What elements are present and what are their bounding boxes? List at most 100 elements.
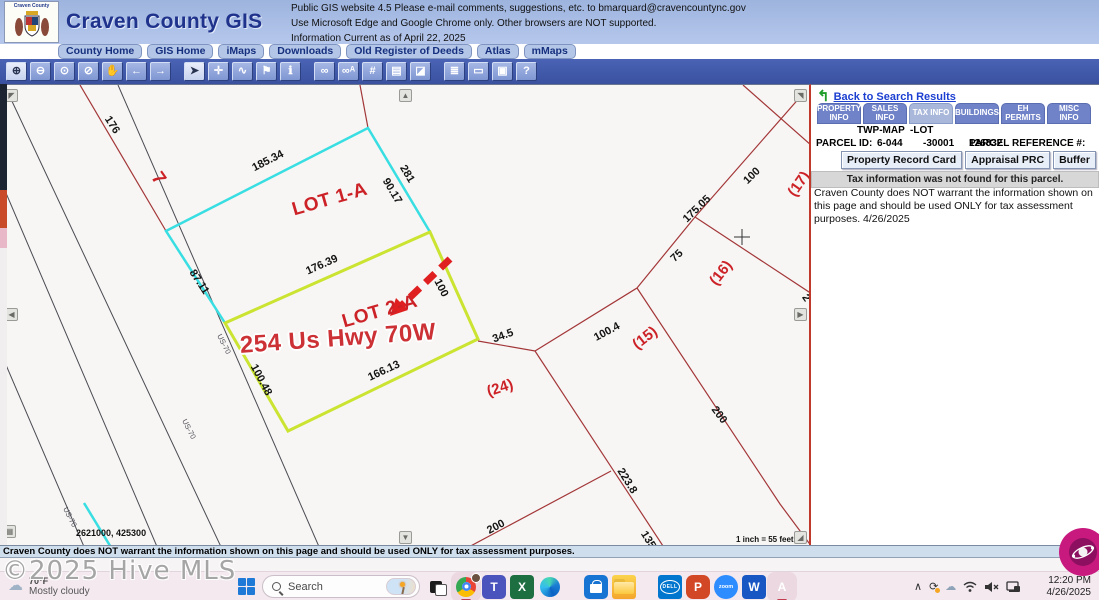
volume-muted-icon[interactable] bbox=[984, 581, 999, 593]
help-icon: ? bbox=[523, 66, 530, 77]
previous-extent-button[interactable]: ← bbox=[126, 62, 147, 81]
pointer-select-icon: ➤ bbox=[190, 66, 199, 77]
appraisal-prc-button[interactable]: Appraisal PRC bbox=[965, 151, 1050, 169]
taskbar-acrobat-icon[interactable]: A bbox=[770, 575, 794, 599]
taskbar-task-view-icon[interactable] bbox=[426, 575, 450, 599]
nav-tab-old-register-of-deeds[interactable]: Old Register of Deeds bbox=[346, 44, 472, 59]
resize-southeast-button[interactable]: ◢ bbox=[794, 531, 807, 544]
twp-map-label: TWP-MAP bbox=[857, 125, 905, 136]
zoom-out-button[interactable]: ⊖ bbox=[30, 62, 51, 81]
county-seal-logo: Craven County bbox=[4, 1, 59, 43]
clock-date: 4/26/2025 bbox=[1047, 587, 1092, 599]
system-tray: ∧ ⟳ ☁ bbox=[914, 572, 1021, 600]
data-table-icon: ▤ bbox=[391, 66, 401, 77]
nav-tab-atlas[interactable]: Atlas bbox=[477, 44, 519, 59]
search-daily-image[interactable] bbox=[386, 578, 416, 595]
panel-tab-tax-info[interactable]: TAX INFO bbox=[909, 103, 953, 124]
data-table-button[interactable]: ▤ bbox=[386, 62, 407, 81]
pan-north-button[interactable]: ▲ bbox=[399, 89, 412, 102]
pan-south-button[interactable]: ▼ bbox=[399, 531, 412, 544]
parcel-record: TWP-MAP -LOT PARCEL ID: 6-044 -30001 PAR… bbox=[811, 125, 1099, 152]
chrome-notification-badge bbox=[471, 573, 481, 583]
cloud-icon: ☁ bbox=[8, 574, 23, 598]
panel-tab-misc-info[interactable]: MISC INFO bbox=[1047, 103, 1091, 124]
panel-tab-buildings[interactable]: BUILDINGS bbox=[955, 103, 999, 124]
taskbar-teams-icon[interactable]: T bbox=[482, 575, 506, 599]
help-button[interactable]: ? bbox=[516, 62, 537, 81]
lot-value: -30001 bbox=[923, 138, 954, 149]
select-polygon-button[interactable]: ⚑ bbox=[256, 62, 277, 81]
property-record-card-button[interactable]: Property Record Card bbox=[841, 151, 962, 169]
identify-info-button[interactable]: ℹ bbox=[280, 62, 301, 81]
panel-tab-property-info[interactable]: PROPERTY INFO bbox=[817, 103, 861, 124]
eraser-button[interactable]: ◪ bbox=[410, 62, 431, 81]
taskbar-powerpoint-icon[interactable]: P bbox=[686, 575, 710, 599]
twp-map-value: 6-044 bbox=[877, 138, 903, 149]
zoom-full-extent-button[interactable]: ⊘ bbox=[78, 62, 99, 81]
taskbar-apps: TX DELL Pzoom WA bbox=[426, 574, 794, 599]
search-binoculars-button[interactable]: ∞ bbox=[314, 62, 335, 81]
parcel-info-panel: ↰ Back to Search Results PROPERTY INFOSA… bbox=[811, 84, 1099, 545]
taskbar-excel-icon[interactable]: X bbox=[510, 575, 534, 599]
nav-tab-imaps[interactable]: iMaps bbox=[218, 44, 264, 59]
taskbar-store-icon[interactable] bbox=[584, 575, 608, 599]
next-extent-button[interactable]: → bbox=[150, 62, 171, 81]
grid-layers-button[interactable]: # bbox=[362, 62, 383, 81]
assistant-widget[interactable] bbox=[1059, 528, 1099, 576]
parcel-reference-value: 126832 bbox=[969, 138, 1002, 149]
dell-icon-letter: DELL bbox=[660, 580, 680, 594]
map-viewport[interactable]: 176185.3428190.1787.11176.39100166.13100… bbox=[0, 84, 811, 545]
taskbar-file-explorer-icon[interactable] bbox=[612, 575, 636, 599]
panel-tab-sales-info[interactable]: SALES INFO bbox=[863, 103, 907, 124]
select-polygon-icon: ⚑ bbox=[262, 66, 272, 77]
powerpoint-icon-letter: P bbox=[694, 580, 702, 594]
excel-icon-letter: X bbox=[518, 580, 526, 594]
taskbar-chrome-icon[interactable] bbox=[454, 575, 478, 599]
taskbar-zoom-icon[interactable]: zoom bbox=[714, 575, 738, 599]
weather-widget[interactable]: ☁ 70°F Mostly cloudy bbox=[8, 574, 90, 598]
zoom-full-extent-icon: ⊘ bbox=[84, 66, 93, 77]
taskbar-clock[interactable]: 12:20 PM 4/26/2025 bbox=[1047, 575, 1092, 599]
zoom-window-button[interactable]: ⊙ bbox=[54, 62, 75, 81]
taskbar-dell-icon[interactable]: DELL bbox=[658, 575, 682, 599]
taskbar-edge-icon[interactable] bbox=[538, 575, 562, 599]
clock-time: 12:20 PM bbox=[1047, 575, 1092, 587]
onedrive-cloud-icon[interactable]: ☁ bbox=[945, 580, 956, 593]
identify-point-icon: ✛ bbox=[214, 66, 223, 77]
nav-tab-county-home[interactable]: County Home bbox=[58, 44, 142, 59]
taskbar: ☁ 70°F Mostly cloudy Search TX DELL Pzoom W… bbox=[0, 571, 1099, 600]
previous-extent-icon: ← bbox=[131, 66, 142, 77]
nav-tab-gis-home[interactable]: GIS Home bbox=[147, 44, 213, 59]
print-button[interactable]: ▣ bbox=[492, 62, 513, 81]
start-button[interactable] bbox=[238, 578, 255, 595]
back-to-search-link[interactable]: ↰ Back to Search Results bbox=[817, 89, 956, 104]
nav-tab-mmaps[interactable]: mMaps bbox=[524, 44, 576, 59]
start-logo-square bbox=[238, 578, 246, 586]
header-notices: Public GIS website 4.5 Please e-mail com… bbox=[291, 1, 746, 46]
lot-label: -LOT bbox=[910, 125, 933, 136]
pan-northeast-button[interactable]: ◥ bbox=[794, 89, 807, 102]
zoom-icon-letter: zoom bbox=[719, 584, 733, 590]
page-title: Craven County GIS bbox=[66, 10, 262, 34]
identify-point-button[interactable]: ✛ bbox=[208, 62, 229, 81]
device-status-icon[interactable] bbox=[1006, 581, 1021, 593]
measure-line-button[interactable]: ∿ bbox=[232, 62, 253, 81]
zoom-in-button[interactable]: ⊕ bbox=[6, 62, 27, 81]
nav-tab-downloads[interactable]: Downloads bbox=[269, 44, 341, 59]
taskbar-search[interactable]: Search bbox=[262, 575, 420, 598]
pan-east-button[interactable]: ▶ bbox=[794, 308, 807, 321]
buffer-button[interactable]: Buffer bbox=[1053, 151, 1096, 169]
panel-tab-eh-permits[interactable]: EH PERMITS bbox=[1001, 103, 1045, 124]
search-label: Search bbox=[288, 581, 386, 593]
zoom-window-icon: ⊙ bbox=[60, 66, 69, 77]
update-sync-icon[interactable]: ⟳ bbox=[929, 580, 938, 593]
taskbar-word-icon[interactable]: W bbox=[742, 575, 766, 599]
search-address-button[interactable]: ∞ᴬ bbox=[338, 62, 359, 81]
legend-list-button[interactable]: ≣ bbox=[444, 62, 465, 81]
pan-hand-button[interactable]: ✋ bbox=[102, 62, 123, 81]
hidden-icons-chevron[interactable]: ∧ bbox=[914, 580, 922, 593]
pan-hand-icon: ✋ bbox=[106, 66, 120, 77]
measure-scale-button[interactable]: ▭ bbox=[468, 62, 489, 81]
pointer-select-button[interactable]: ➤ bbox=[184, 62, 205, 81]
wifi-icon[interactable] bbox=[963, 581, 977, 593]
